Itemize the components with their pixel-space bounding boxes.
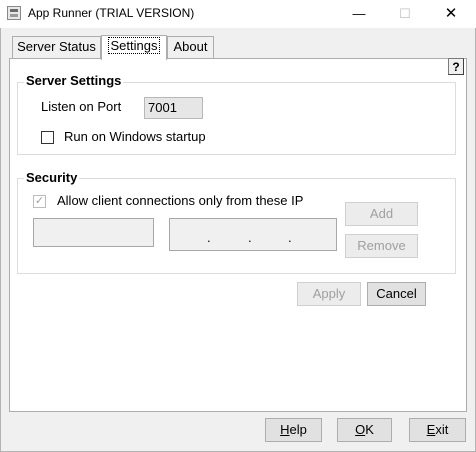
help-label: elp (289, 422, 307, 437)
apply-button[interactable]: Apply (297, 282, 361, 306)
help-corner-button[interactable]: ? (448, 58, 464, 75)
cancel-button[interactable]: Cancel (367, 282, 426, 306)
exit-button[interactable]: Exit (409, 418, 466, 442)
listen-port-label: Listen on Port (41, 99, 122, 114)
security-title: Security (24, 170, 80, 185)
close-button[interactable]: ✕ (428, 0, 474, 28)
ip-octet-field[interactable]: . . . (169, 218, 337, 251)
ip-dot: . (288, 230, 292, 245)
minimize-button[interactable]: — (336, 0, 382, 28)
ip-address-input[interactable] (33, 218, 154, 247)
ok-accel: O (355, 422, 366, 437)
allow-ip-label[interactable]: Allow client connections only from these… (57, 193, 303, 208)
remove-button[interactable]: Remove (345, 234, 418, 258)
ip-dot: . (207, 230, 211, 245)
tab-server-status[interactable]: Server Status (12, 36, 101, 58)
tab-about[interactable]: About (167, 36, 214, 58)
run-startup-label[interactable]: Run on Windows startup (64, 129, 206, 144)
maximize-button[interactable]: ☐ (382, 0, 428, 28)
title-bar[interactable]: App Runner (TRIAL VERSION) — ☐ ✕ (0, 0, 476, 28)
tab-settings[interactable]: Settings (101, 35, 167, 60)
server-settings-title: Server Settings (24, 73, 124, 88)
server-settings-group (17, 82, 456, 155)
run-startup-checkbox[interactable] (41, 131, 54, 144)
window-title: App Runner (TRIAL VERSION) (28, 6, 195, 20)
ok-label: K (365, 422, 374, 437)
ip-dot: . (248, 230, 252, 245)
port-input[interactable]: 7001 (144, 97, 203, 119)
add-button[interactable]: Add (345, 202, 418, 226)
ok-button[interactable]: OK (337, 418, 392, 442)
exit-label: xit (435, 422, 449, 437)
help-button[interactable]: Help (265, 418, 322, 442)
tab-settings-label: Settings (107, 37, 161, 54)
help-accel: H (280, 422, 290, 437)
allow-ip-checkbox[interactable]: ✓ (33, 195, 46, 208)
app-icon (7, 6, 21, 20)
